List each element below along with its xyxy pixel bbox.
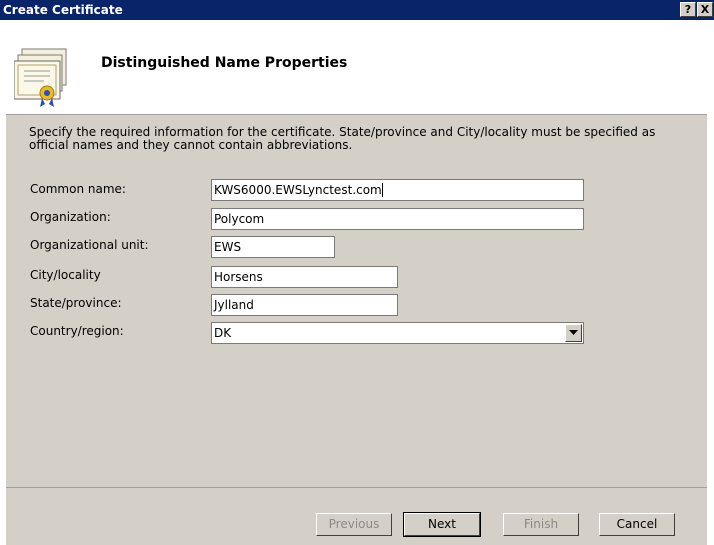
chevron-down-icon[interactable] <box>565 324 582 342</box>
cancel-button[interactable]: Cancel <box>599 513 675 536</box>
common-name-input[interactable]: KWS6000.EWSLynctest.com <box>211 179 584 201</box>
instructions-text: Specify the required information for the… <box>29 125 656 152</box>
title-bar[interactable]: Create Certificate ? X <box>0 0 714 20</box>
certificate-icon <box>13 47 76 109</box>
city-input[interactable]: Horsens <box>211 266 398 288</box>
organizational-unit-input[interactable]: EWS <box>211 236 335 258</box>
wizard-header: Distinguished Name Properties <box>0 20 714 112</box>
country-select[interactable]: DK <box>211 322 584 344</box>
close-button[interactable]: X <box>697 2 713 17</box>
wizard-panel: Specify the required information for the… <box>6 114 707 545</box>
text-cursor <box>381 183 383 197</box>
window-title: Create Certificate <box>3 3 123 17</box>
country-selected-value: DK <box>214 326 232 340</box>
state-input[interactable]: Jylland <box>211 294 398 316</box>
organization-input[interactable]: Polycom <box>211 208 584 230</box>
organization-label: Organization: <box>30 210 111 224</box>
common-name-value: KWS6000.EWSLynctest.com <box>214 183 382 197</box>
previous-button[interactable]: Previous <box>316 513 392 536</box>
common-name-label: Common name: <box>30 182 126 196</box>
state-label: State/province: <box>30 296 122 310</box>
next-button[interactable]: Next <box>403 512 481 537</box>
page-title: Distinguished Name Properties <box>101 55 348 71</box>
footer-divider <box>6 487 707 488</box>
help-button[interactable]: ? <box>680 2 696 17</box>
country-label: Country/region: <box>30 324 124 338</box>
organizational-unit-label: Organizational unit: <box>30 238 149 252</box>
city-label: City/locality <box>30 268 101 282</box>
finish-button[interactable]: Finish <box>503 513 579 536</box>
